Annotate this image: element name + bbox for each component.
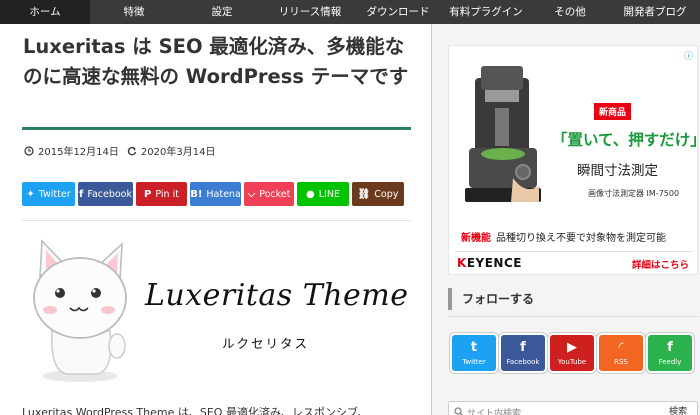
- line-icon: ●: [306, 188, 315, 200]
- link-icon: ⛓: [357, 188, 371, 200]
- search-button[interactable]: 検索: [659, 402, 697, 415]
- share-buttons: ✦ Twitter f Facebook P Pin it B! Hatena ⌵ Poc…: [22, 182, 404, 206]
- hatena-icon: B!: [190, 188, 203, 200]
- follow-facebook-button[interactable]: f Facebook: [501, 335, 545, 371]
- share-facebook-button[interactable]: f Facebook: [78, 182, 133, 206]
- nav-item-dev-blog[interactable]: 開発者ブログ: [610, 0, 700, 24]
- article-column: Luxeritas は SEO 最適化済み、多機能なのに高速な無料の WordP…: [0, 24, 432, 415]
- product-image: [465, 66, 541, 202]
- ad-divider: [455, 251, 691, 252]
- hero-kana: ルクセリタス: [222, 336, 310, 351]
- nav-item-settings[interactable]: 設定: [178, 0, 266, 24]
- nav-item-releases[interactable]: リリース情報: [266, 0, 354, 24]
- intro-text: Luxeritas WordPress Theme は、SEO 最適化済み、レス…: [22, 406, 369, 415]
- follow-youtube-button[interactable]: ▶ YouTube: [550, 335, 594, 371]
- twitter-icon: ✦: [26, 188, 35, 200]
- ad-model: 画像寸法測定器 IM-7500: [588, 189, 680, 198]
- ad-feature: 新機能 品種切り換え不要で対象物を測定可能: [461, 233, 666, 244]
- nav-item-features[interactable]: 特徴: [90, 0, 178, 24]
- share-pinterest-button[interactable]: P Pin it: [136, 182, 187, 206]
- updated-date: 2020年3月14日: [140, 147, 216, 158]
- share-pocket-button[interactable]: ⌵ Pocket: [244, 182, 294, 206]
- adchoices-icon[interactable]: ⓘ: [684, 49, 693, 62]
- divider: [22, 220, 411, 221]
- follow-heading: フォローする: [448, 288, 698, 310]
- title-underline: [22, 127, 411, 130]
- new-product-badge: 新商品: [594, 103, 632, 120]
- feedly-icon: f: [667, 339, 673, 355]
- nav-item-others[interactable]: その他: [530, 0, 610, 24]
- top-nav: ホーム 特徴 設定 リリース情報 ダウンロード 有料プラグイン その他 開発者ブ…: [0, 0, 700, 24]
- published-date: 2015年12月14日: [38, 147, 119, 158]
- pinterest-icon: P: [144, 188, 152, 200]
- share-line-button[interactable]: ● LINE: [297, 182, 349, 206]
- nav-item-download[interactable]: ダウンロード: [354, 0, 442, 24]
- facebook-icon: f: [79, 188, 84, 200]
- page-title: Luxeritas は SEO 最適化済み、多機能なのに高速な無料の WordP…: [23, 35, 409, 88]
- twitter-icon: t: [470, 339, 478, 355]
- theme-hero-image: Luxeritas Theme ルクセリタス: [22, 236, 411, 396]
- clock-icon: [24, 145, 34, 156]
- hero-title: Luxeritas Theme: [145, 278, 409, 313]
- search-icon: [454, 407, 463, 415]
- youtube-icon: ▶: [567, 339, 577, 355]
- pocket-icon: ⌵: [247, 188, 256, 200]
- search-box[interactable]: サイト内検索 検索: [448, 401, 698, 415]
- copy-link-button[interactable]: ⛓ Copy: [352, 182, 404, 206]
- refresh-icon: [127, 146, 137, 155]
- cat-mascot-icon: [33, 239, 127, 382]
- keyence-logo: KEYENCE: [457, 256, 522, 270]
- share-twitter-button[interactable]: ✦ Twitter: [22, 182, 75, 206]
- sidebar: ⓘ 新商品 「置いて、押すだけ」 瞬間寸法測定 画像寸法測定器 IM-7500 …: [432, 24, 700, 415]
- follow-rss-button[interactable]: ◜ RSS: [599, 335, 643, 371]
- nav-item-paid-plugins[interactable]: 有料プラグイン: [442, 0, 530, 24]
- follow-twitter-button[interactable]: t Twitter: [452, 335, 496, 371]
- follow-divider: [448, 316, 698, 317]
- ad-subline: 瞬間寸法測定: [577, 163, 658, 179]
- ad-headline: 「置いて、押すだけ」: [552, 131, 700, 149]
- follow-buttons: t Twitter f Facebook ▶ YouTube ◜ RSS f F…: [452, 335, 692, 371]
- rss-icon: ◜: [618, 339, 624, 355]
- advertisement[interactable]: ⓘ 新商品 「置いて、押すだけ」 瞬間寸法測定 画像寸法測定器 IM-7500 …: [448, 45, 700, 275]
- nav-item-home[interactable]: ホーム: [0, 0, 90, 24]
- search-input[interactable]: サイト内検索: [467, 406, 521, 415]
- ad-details-link[interactable]: 詳細はこちら: [632, 257, 689, 271]
- share-hatena-button[interactable]: B! Hatena: [190, 182, 241, 206]
- facebook-icon: f: [520, 339, 526, 355]
- follow-feedly-button[interactable]: f Feedly: [648, 335, 692, 371]
- post-dates: 2015年12月14日 2020年3月14日: [24, 143, 223, 158]
